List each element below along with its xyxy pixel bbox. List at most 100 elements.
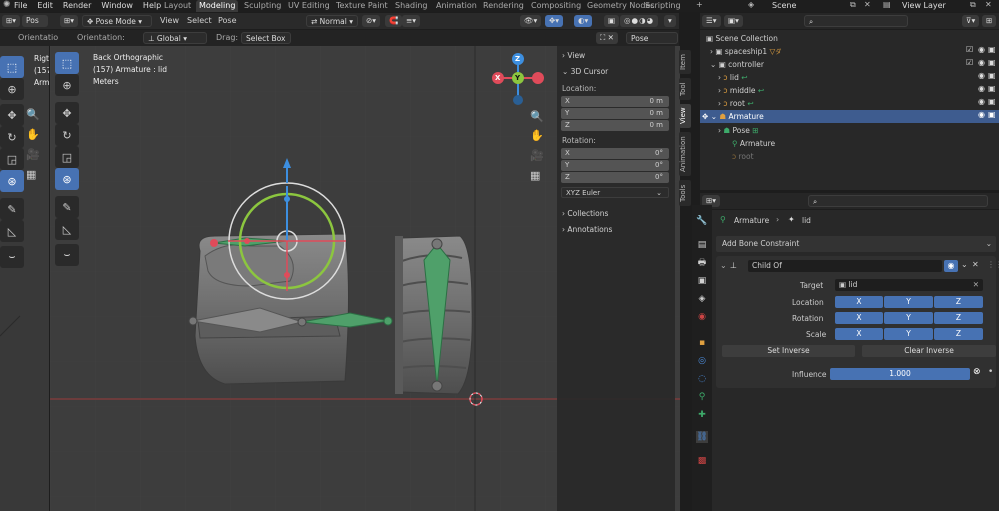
annotate-tool[interactable]: ✎ xyxy=(55,196,79,218)
outliner-editor-type[interactable]: ☰▾ xyxy=(702,15,721,27)
influence-reset-icon[interactable]: ⊗ xyxy=(973,367,981,377)
properties-search[interactable]: ⌕ xyxy=(808,195,988,207)
display-mode-icon[interactable]: ▣▾ xyxy=(724,15,743,27)
constraint-menu-icon[interactable]: ⌄ xyxy=(961,260,968,269)
tab-compositing[interactable]: Compositing xyxy=(528,0,584,12)
tab-view[interactable]: View xyxy=(679,104,691,128)
modifiers-tab-icon[interactable]: ◎ xyxy=(696,355,708,367)
tab-item[interactable]: Item xyxy=(679,50,691,74)
checkbox-icon[interactable]: ☑ xyxy=(966,58,973,67)
outliner-row[interactable]: › ↄ middle ↩ xyxy=(700,84,999,97)
rotation-x-toggle[interactable]: X xyxy=(835,312,883,324)
left-hand-icon[interactable]: ✋ xyxy=(26,128,40,141)
rotate-tool[interactable]: ↻ xyxy=(55,124,79,146)
editor-type-left[interactable]: ⊞▾ xyxy=(2,15,21,27)
menu-edit[interactable]: Edit xyxy=(37,1,53,10)
tab-animation-side[interactable]: Animation xyxy=(679,132,691,176)
copy-scene-icon[interactable]: ⧉ xyxy=(850,0,856,10)
zoom-icon[interactable]: 🔍 xyxy=(530,110,544,123)
left-grid-icon[interactable]: ▦ xyxy=(26,168,36,181)
constraint-eye-icon[interactable]: ◉ xyxy=(944,260,958,272)
new-collection-icon[interactable]: ⊞ xyxy=(982,15,997,27)
menu-view[interactable]: View xyxy=(160,13,179,29)
view-layer-tab-icon[interactable]: ▣ xyxy=(696,275,708,287)
outliner-row[interactable]: ⌄ ▣ controller xyxy=(700,58,999,71)
proportional-icon[interactable]: ≡▾ xyxy=(402,15,421,27)
clear-inverse-button[interactable]: Clear Inverse xyxy=(862,345,996,357)
copy-view-layer-icon[interactable]: ⧉ xyxy=(970,0,976,10)
scale-z-toggle[interactable]: Z xyxy=(934,328,983,340)
tab-uv-editing[interactable]: UV Editing xyxy=(285,0,333,12)
tab-tools[interactable]: Tools xyxy=(679,180,691,206)
tab-tool[interactable]: Tool xyxy=(679,78,691,100)
scene-name[interactable]: Scene xyxy=(772,1,796,10)
camera-render-icon[interactable]: ▣ xyxy=(988,84,996,93)
bone-tab-icon[interactable]: ✚ xyxy=(696,409,708,421)
blender-logo-icon[interactable]: ✺ xyxy=(3,0,11,10)
tool-tab-icon[interactable]: 🔧 xyxy=(696,215,708,227)
pose-options-dropdown[interactable]: Pose Options xyxy=(626,32,678,55)
output-tab-icon[interactable]: 🖶 xyxy=(696,257,708,269)
tab-layout[interactable]: Layout xyxy=(161,0,194,12)
tab-scripting[interactable]: Scripting xyxy=(642,0,684,12)
keyframe-dot-icon[interactable]: • xyxy=(988,367,993,377)
pivot-icon[interactable]: ⊘▾ xyxy=(362,15,381,27)
eye-icon[interactable]: ◉ xyxy=(978,71,985,80)
cursor-loc-y[interactable]: Y0 m xyxy=(561,108,669,119)
view-layer-icon[interactable]: ▤ xyxy=(883,0,891,9)
xray-icon[interactable]: ▣ xyxy=(604,15,620,27)
menu-render[interactable]: Render xyxy=(63,1,91,10)
target-field[interactable]: ▣ lid ✕ xyxy=(835,279,983,291)
delete-view-layer-icon[interactable]: ✕ xyxy=(985,0,992,9)
annotations-section[interactable]: › Annotations xyxy=(562,224,612,236)
outliner-row[interactable]: ↄ root xyxy=(700,150,999,163)
add-workspace-icon[interactable]: + xyxy=(696,0,703,9)
snap-icon[interactable]: 🧲 xyxy=(385,15,403,27)
eye-icon[interactable]: ◉ xyxy=(978,97,985,106)
left-scale-tool[interactable]: ◲ xyxy=(0,148,24,170)
camera-render-icon[interactable]: ▣ xyxy=(988,97,996,106)
cursor-loc-x[interactable]: X0 m xyxy=(561,96,669,107)
left-annotate-tool[interactable]: ✎ xyxy=(0,198,24,220)
collapse-icon[interactable]: ⌄ xyxy=(720,261,727,270)
render-tab-icon[interactable]: ▤ xyxy=(696,239,708,251)
outliner-row[interactable]: › ☗ Pose ⊞ xyxy=(700,124,999,137)
camera-render-icon[interactable]: ▣ xyxy=(988,58,996,67)
mode-dropdown[interactable]: ✥ Pose Mode ▾ xyxy=(82,15,152,27)
cursor-rot-z[interactable]: Z 0° xyxy=(561,172,669,183)
outliner-search[interactable]: ⌕ xyxy=(804,15,908,27)
set-inverse-button[interactable]: Set Inverse xyxy=(722,345,855,357)
collections-section[interactable]: › Collections xyxy=(562,208,608,220)
tab-texture-paint[interactable]: Texture Paint xyxy=(333,0,391,12)
texture-tab-icon[interactable]: ▩ xyxy=(696,455,708,467)
scene-tab-icon[interactable]: ◈ xyxy=(696,293,708,305)
camera-icon[interactable]: 🎥 xyxy=(530,149,544,162)
left-zoom-icon[interactable]: 🔍 xyxy=(26,108,40,121)
orientation-dropdown[interactable]: ⊥ Global ▾ xyxy=(143,32,207,44)
left-camera-icon[interactable]: 🎥 xyxy=(26,148,40,161)
cursor-tool[interactable]: ⊕ xyxy=(55,74,79,96)
scale-tool[interactable]: ◲ xyxy=(55,146,79,168)
menu-file[interactable]: File xyxy=(14,1,27,10)
cursor-rot-y[interactable]: Y 0° xyxy=(561,160,669,171)
eye-icon[interactable]: ◉ xyxy=(978,84,985,93)
rotation-y-toggle[interactable]: Y xyxy=(884,312,933,324)
measure-tool[interactable]: ◺ xyxy=(55,218,79,240)
menu-pose[interactable]: Pose xyxy=(218,13,237,29)
scale-y-toggle[interactable]: Y xyxy=(884,328,933,340)
outliner-row[interactable]: ▣ Scene Collection xyxy=(700,32,999,45)
drag-handle-icon[interactable]: ⋮⋮ xyxy=(987,260,999,269)
outliner-row[interactable]: › ▣ spaceship1 ▽ダ xyxy=(700,45,999,58)
mode-left[interactable]: Pos xyxy=(22,15,48,27)
view-section[interactable]: › View xyxy=(562,50,585,62)
move-tool[interactable]: ✥ xyxy=(55,102,79,124)
hand-icon[interactable]: ✋ xyxy=(530,129,544,142)
view-layer-name[interactable]: View Layer xyxy=(902,1,946,10)
overlays-icon[interactable]: ◐▾ xyxy=(574,15,593,27)
filter-icon[interactable]: ⊽▾ xyxy=(962,15,980,27)
menu-help[interactable]: Help xyxy=(143,1,161,10)
camera-render-icon[interactable]: ▣ xyxy=(988,45,996,54)
remove-constraint-icon[interactable]: ✕ xyxy=(972,260,979,269)
left-cursor-tool[interactable]: ⊕ xyxy=(0,78,24,100)
location-x-toggle[interactable]: X xyxy=(835,296,883,308)
